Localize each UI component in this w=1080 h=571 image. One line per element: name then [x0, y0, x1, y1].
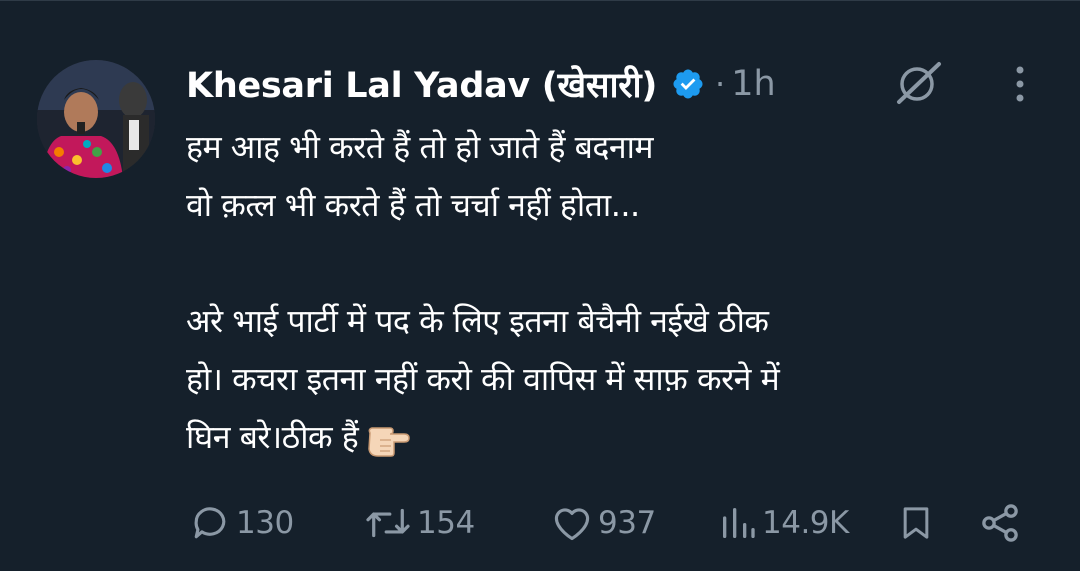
timestamp[interactable]: 1h [731, 64, 775, 104]
heart-icon [550, 501, 594, 545]
reply-icon [188, 501, 232, 545]
reply-count: 130 [236, 505, 294, 541]
tweet-header: Khesari Lal Yadav (खेसारी) · 1h [186, 56, 776, 112]
timestamp-separator: · [715, 65, 726, 103]
bookmark-icon [896, 501, 936, 545]
grok-icon[interactable] [893, 60, 945, 106]
repost-button[interactable]: 154 [363, 495, 475, 551]
view-count: 14.9K [762, 505, 849, 541]
tweet-line: वो क़त्ल भी करते हैं तो चर्चा नहीं होता.… [186, 186, 640, 224]
like-button[interactable]: 937 [550, 495, 656, 551]
views-chart-icon [718, 501, 758, 545]
bookmark-button[interactable] [896, 495, 936, 551]
repost-icon [363, 501, 413, 545]
tweet-line: हो। कचरा इतना नहीं करो की वापिस में साफ़… [186, 360, 780, 398]
like-count: 937 [598, 505, 656, 541]
verified-badge-icon [671, 67, 705, 101]
repost-count: 154 [417, 505, 475, 541]
author-name[interactable]: Khesari Lal Yadav (खेसारी) [186, 61, 657, 108]
share-button[interactable] [978, 495, 1022, 551]
divider [0, 0, 1080, 1]
tweet-last-line: घिन बरे।ठीक हैं [186, 408, 1026, 466]
tweet-text: हम आह भी करते हैं तो हो जाते हैं बदनाम व… [186, 118, 1026, 466]
reply-button[interactable]: 130 [188, 495, 294, 551]
tweet-line: हम आह भी करते हैं तो हो जाते हैं बदनाम [186, 128, 654, 166]
more-options-icon[interactable] [1005, 62, 1035, 106]
tweet-line: अरे भाई पार्टी में पद के लिए इतना बेचैनी… [186, 302, 769, 340]
share-icon [978, 501, 1022, 545]
tweet-line: घिन बरे।ठीक हैं [186, 418, 359, 456]
tweet-actions-bar: 130 154 937 14.9K [0, 495, 1080, 551]
avatar[interactable] [37, 60, 155, 178]
views-button[interactable]: 14.9K [718, 495, 849, 551]
pointing-hand-emoji-icon [364, 419, 412, 459]
